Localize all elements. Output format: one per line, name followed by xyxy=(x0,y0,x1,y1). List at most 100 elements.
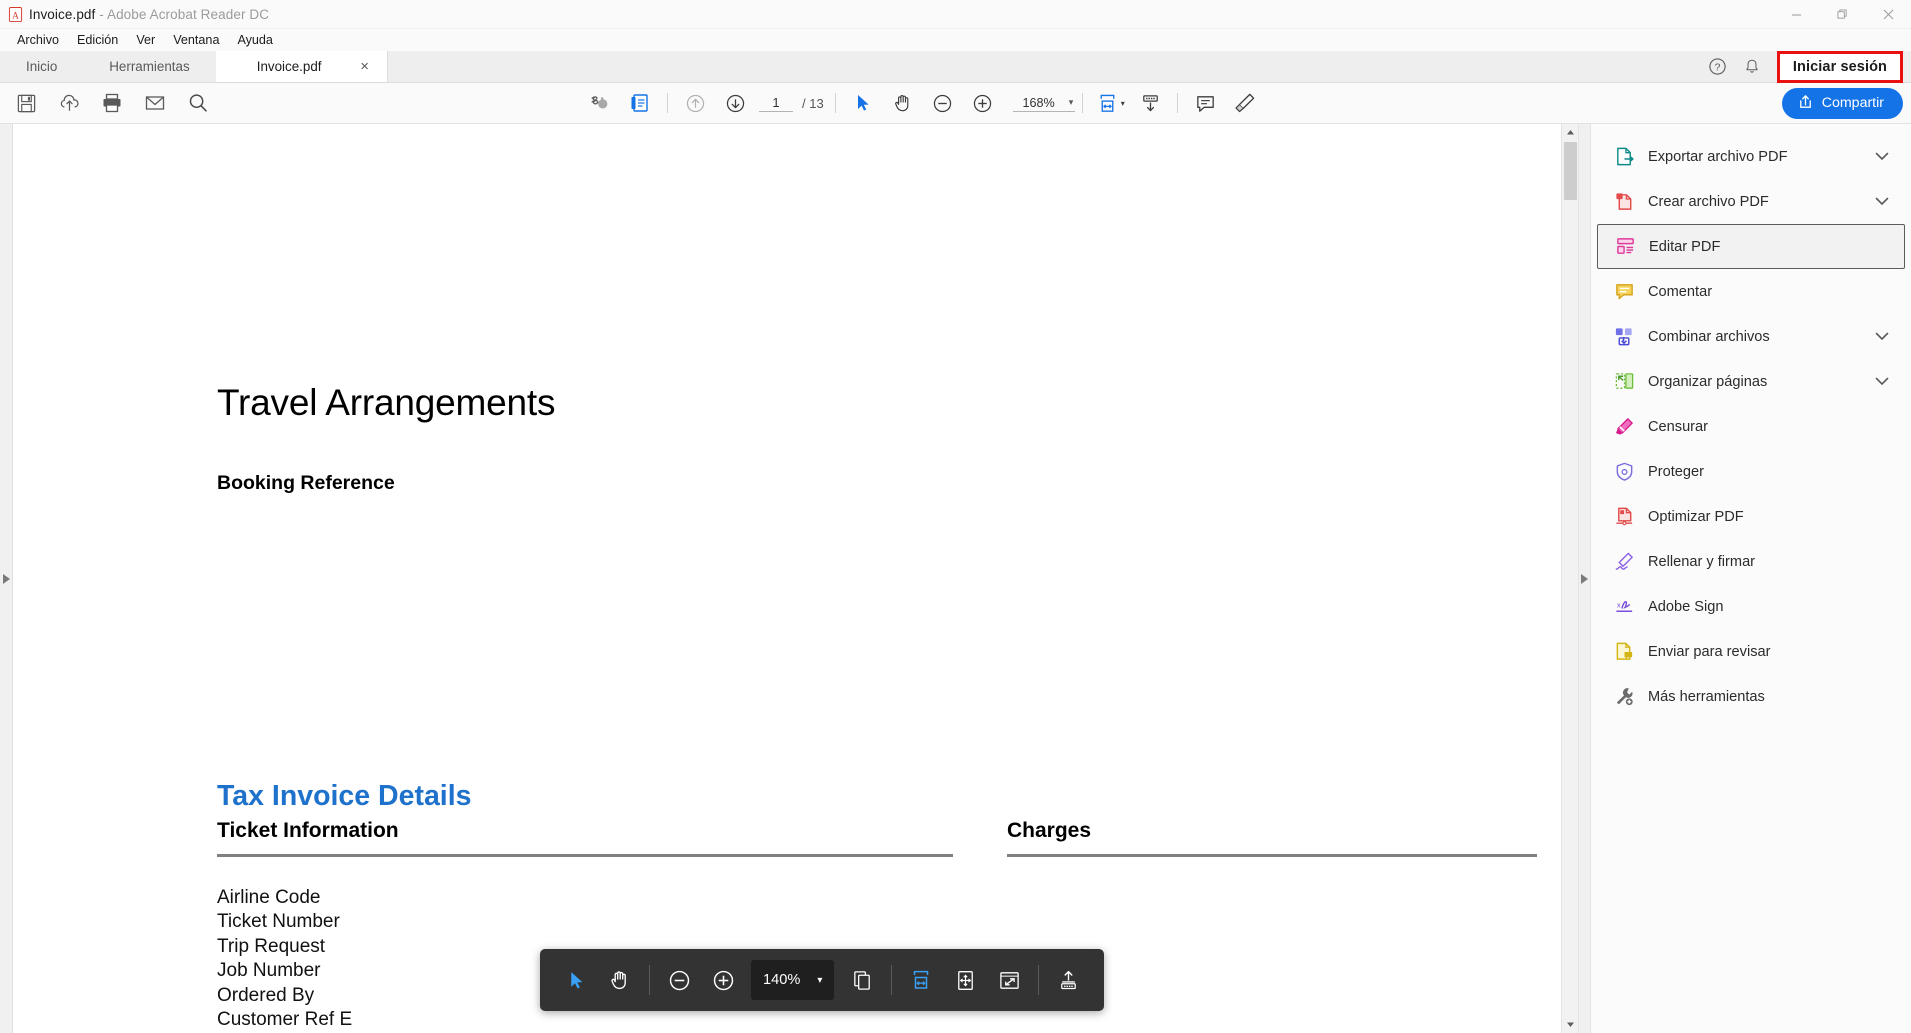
help-icon[interactable]: ? xyxy=(1703,52,1733,82)
pdf-ticket-field-list: Airline Code Ticket Number Trip Request … xyxy=(217,886,352,1032)
page-number-input[interactable] xyxy=(759,94,793,112)
sidebar-item-label: Comentar xyxy=(1648,283,1713,300)
sidebar-item-exportar-archivo-pdf[interactable]: Exportar archivo PDF xyxy=(1597,134,1905,179)
window-title-bar: A Invoice.pdf - Adobe Acrobat Reader DC xyxy=(0,0,1911,29)
zoom-out-icon[interactable] xyxy=(923,86,963,120)
sidebar-item-comentar[interactable]: Comentar xyxy=(1597,269,1905,314)
toolbar-divider xyxy=(1177,93,1179,113)
sidebar-item-label: Más herramientas xyxy=(1648,688,1765,705)
hand-tool-icon[interactable] xyxy=(883,86,923,120)
floating-zoom-selector[interactable]: 140% ▾ xyxy=(751,960,835,1000)
sidebar-item-adobe-sign[interactable]: x Adobe Sign xyxy=(1597,584,1905,629)
notifications-bell-icon[interactable] xyxy=(1737,52,1767,82)
fullscreen-icon[interactable] xyxy=(987,958,1031,1002)
tab-inicio[interactable]: Inicio xyxy=(0,51,83,82)
main-content-area: Travel Arrangements Booking Reference Ta… xyxy=(0,124,1911,1033)
pdf-heading-tax-invoice-details: Tax Invoice Details xyxy=(217,780,472,812)
sidebar-item-organizar-paginas[interactable]: Organizar páginas xyxy=(1597,359,1905,404)
cloud-upload-icon[interactable] xyxy=(49,86,89,120)
menu-ventana[interactable]: Ventana xyxy=(164,31,228,49)
pdf-field-label: Ordered By xyxy=(217,984,315,1006)
chevron-down-icon: ▾ xyxy=(817,974,823,986)
fit-page-icon[interactable] xyxy=(943,958,987,1002)
sidebar-item-censurar[interactable]: Censurar xyxy=(1597,404,1905,449)
print-icon[interactable] xyxy=(92,86,132,120)
share-upload-icon xyxy=(1797,93,1814,114)
optimize-pdf-icon xyxy=(1613,506,1635,528)
export-pdf-icon xyxy=(1613,146,1635,168)
tab-document-invoice[interactable]: Invoice.pdf × xyxy=(215,51,388,82)
sign-in-button[interactable]: Iniciar sesión xyxy=(1776,50,1903,83)
scroll-mode-icon[interactable] xyxy=(1130,86,1170,120)
page-display-icon[interactable] xyxy=(840,958,884,1002)
scroll-mode-icon[interactable] xyxy=(1046,958,1090,1002)
tab-document-label: Invoice.pdf xyxy=(256,59,322,74)
next-page-icon[interactable] xyxy=(715,86,755,120)
save-icon[interactable] xyxy=(6,86,46,120)
hand-tool-icon[interactable] xyxy=(598,958,642,1002)
select-cursor-icon[interactable] xyxy=(843,86,883,120)
create-pdf-icon xyxy=(1613,191,1635,213)
chevron-down-icon[interactable] xyxy=(1875,197,1889,206)
sidebar-item-combinar-archivos[interactable]: Combinar archivos xyxy=(1597,314,1905,359)
menu-ayuda[interactable]: Ayuda xyxy=(228,31,281,49)
tools-sidebar: Exportar archivo PDF Crear archivo PDF E… xyxy=(1591,124,1911,1033)
tab-herramientas[interactable]: Herramientas xyxy=(83,51,215,82)
sidebar-item-crear-archivo-pdf[interactable]: Crear archivo PDF xyxy=(1597,179,1905,224)
send-for-review-icon xyxy=(1613,641,1635,663)
sidebar-item-proteger[interactable]: Proteger xyxy=(1597,449,1905,494)
sidebar-item-label: Enviar para revisar xyxy=(1648,643,1771,660)
pdf-field-label-clipped-text: Customer Ref E xyxy=(217,1009,353,1031)
close-tab-icon[interactable]: × xyxy=(357,59,373,74)
zoom-in-icon[interactable] xyxy=(701,958,745,1002)
add-signature-icon[interactable] xyxy=(580,86,620,120)
pdf-divider-left xyxy=(217,854,953,857)
chevron-down-icon[interactable] xyxy=(1875,332,1889,341)
close-button[interactable] xyxy=(1865,0,1911,29)
chevron-down-icon[interactable] xyxy=(1875,377,1889,386)
document-viewport[interactable]: Travel Arrangements Booking Reference Ta… xyxy=(13,124,1561,1033)
minimize-button[interactable] xyxy=(1773,0,1819,29)
zoom-level-selector[interactable]: 168% ▾ xyxy=(1012,95,1076,112)
sidebar-item-mas-herramientas[interactable]: Más herramientas xyxy=(1597,674,1905,719)
pdf-subheading-ticket-information: Ticket Information xyxy=(217,819,399,842)
sidebar-item-rellenar-y-firmar[interactable]: Rellenar y firmar xyxy=(1597,539,1905,584)
sidebar-item-label: Optimizar PDF xyxy=(1648,508,1744,525)
redact-icon xyxy=(1613,416,1635,438)
menu-bar: Archivo Edición Ver Ventana Ayuda xyxy=(0,29,1911,51)
tab-bar: Inicio Herramientas Invoice.pdf × ? Inic… xyxy=(0,50,1911,83)
select-cursor-icon[interactable] xyxy=(554,958,598,1002)
fit-width-icon[interactable]: ▾ xyxy=(1090,86,1130,120)
comment-icon[interactable] xyxy=(1185,86,1225,120)
sidebar-item-label: Exportar archivo PDF xyxy=(1648,148,1788,165)
chevron-down-icon[interactable] xyxy=(1875,152,1889,161)
sidebar-item-editar-pdf[interactable]: Editar PDF xyxy=(1597,224,1905,269)
previous-page-icon[interactable] xyxy=(675,86,715,120)
zoom-out-icon[interactable] xyxy=(657,958,701,1002)
scroll-down-arrow-icon[interactable] xyxy=(1562,1016,1579,1033)
left-panel-toggle[interactable] xyxy=(0,124,13,1033)
toolbar-divider xyxy=(834,93,836,113)
sidebar-item-enviar-para-revisar[interactable]: Enviar para revisar xyxy=(1597,629,1905,674)
email-icon[interactable] xyxy=(135,86,175,120)
fit-width-icon[interactable] xyxy=(899,958,943,1002)
sidebar-item-optimizar-pdf[interactable]: Optimizar PDF xyxy=(1597,494,1905,539)
document-vertical-scrollbar[interactable] xyxy=(1561,124,1578,1033)
restore-button[interactable] xyxy=(1819,0,1865,29)
scrollbar-thumb[interactable] xyxy=(1563,142,1577,200)
share-button[interactable]: Compartir xyxy=(1781,87,1903,119)
pdf-divider-right xyxy=(1007,854,1537,857)
right-panel-toggle[interactable] xyxy=(1578,124,1591,1033)
scroll-up-arrow-icon[interactable] xyxy=(1562,124,1579,141)
menu-archivo[interactable]: Archivo xyxy=(8,31,68,49)
highlight-icon[interactable] xyxy=(1225,86,1265,120)
main-toolbar: / 13 168% ▾ xyxy=(0,83,1911,124)
search-icon[interactable] xyxy=(178,86,218,120)
page-navigation: / 13 xyxy=(759,94,824,112)
page-thumbnail-icon[interactable] xyxy=(620,86,660,120)
menu-ver[interactable]: Ver xyxy=(127,31,164,49)
menu-edicion[interactable]: Edición xyxy=(68,31,127,49)
zoom-in-icon[interactable] xyxy=(963,86,1003,120)
floating-zoom-value: 140% xyxy=(763,972,801,988)
collapse-right-arrow-icon xyxy=(1581,573,1588,584)
